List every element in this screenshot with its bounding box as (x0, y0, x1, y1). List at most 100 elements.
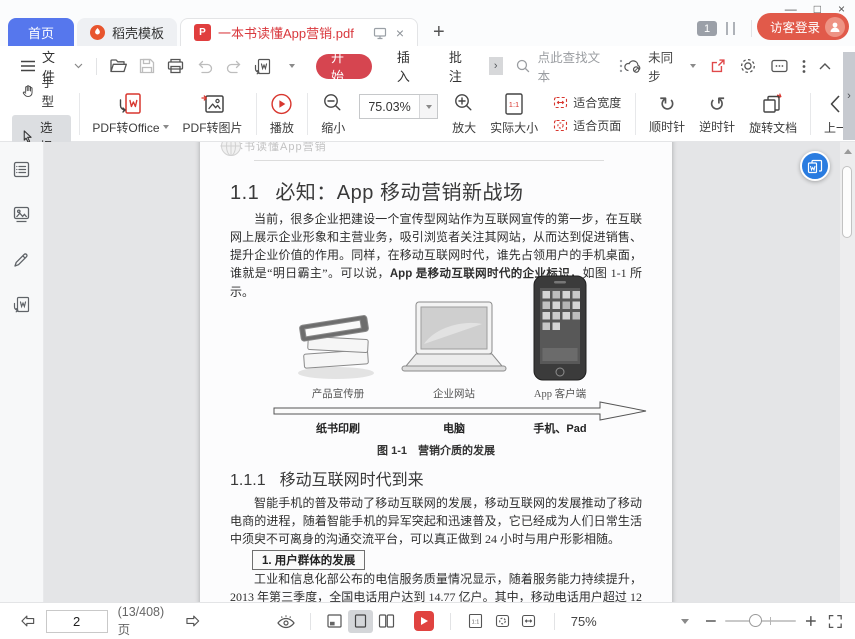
undo-button[interactable] (191, 53, 218, 79)
collapse-ribbon-icon[interactable] (819, 62, 831, 70)
pdf-to-office-label: PDF转Office (92, 120, 160, 135)
actual-size-label: 实际大小 (490, 120, 539, 135)
next-page-arrow[interactable] (185, 614, 201, 628)
rotate-ccw-icon: ↺ (708, 91, 726, 116)
sync-status[interactable]: 未同步 (623, 47, 697, 85)
rotate-cw-button[interactable]: ↻ 顺时针 (642, 93, 692, 135)
zoom-in-button[interactable]: 放大 (445, 92, 483, 136)
section-heading: 1.1 必知：App 移动营销新战场 (230, 176, 523, 205)
fit-page-button[interactable]: 适合页面 (553, 117, 621, 134)
tab-home[interactable]: 首页 (8, 18, 74, 46)
gear-icon[interactable] (739, 57, 757, 75)
status-bar: (13/408)页 1:1 75% (0, 602, 855, 639)
quick-convert-floating-button[interactable] (800, 151, 830, 181)
zoom-plus-icon[interactable] (805, 615, 817, 627)
send-to-desktop-icon[interactable] (373, 26, 387, 40)
zoom-slider[interactable] (725, 614, 796, 627)
hand-icon (22, 85, 33, 97)
rotate-ccw-button[interactable]: ↺ 逆时针 (692, 93, 742, 135)
print-button[interactable] (163, 53, 190, 79)
ribbon-expand-strip[interactable]: › (843, 52, 855, 140)
tab-insert[interactable]: 插入 (384, 47, 436, 85)
pdf-to-office-button[interactable]: PDF转Office (85, 92, 175, 136)
left-sidebar (0, 142, 44, 602)
zoom-level-value: 75.03% (368, 99, 411, 114)
convert-dropdown-button[interactable] (278, 53, 305, 79)
actual-size-status-button[interactable]: 1:1 (464, 610, 488, 633)
tab-count-badge[interactable]: 1 (697, 21, 717, 36)
minimize-button[interactable]: — (785, 1, 797, 17)
zoom-out-label: 缩小 (321, 120, 346, 135)
login-button[interactable]: 访客登录 (756, 13, 849, 40)
fit-page-status-button[interactable] (490, 610, 514, 633)
tab-start[interactable]: 开始 (316, 50, 372, 84)
find-text[interactable]: 点此查找文本 (515, 47, 624, 85)
fullscreen-icon[interactable] (828, 614, 843, 629)
figure-stage-label: 手机、Pad (533, 423, 587, 435)
comment-expand-button[interactable]: › (488, 57, 503, 75)
divider (810, 92, 811, 135)
section-number: 1.1 (230, 182, 260, 204)
zoom-slider-handle[interactable] (749, 614, 763, 627)
view-mode-panel-button[interactable] (322, 610, 346, 633)
maximize-button[interactable]: □ (814, 1, 821, 17)
play-button[interactable]: 播放 (262, 92, 301, 136)
outline-panel-icon[interactable] (8, 155, 36, 183)
scrollbar-thumb[interactable] (842, 166, 852, 238)
tab-start-label: 开始 (331, 50, 345, 84)
auto-hide-toolbar-icon[interactable] (273, 607, 300, 635)
figure-laptop-image (401, 301, 507, 372)
fit-width-status-button[interactable] (516, 610, 540, 633)
new-tab-button[interactable]: + (433, 22, 445, 42)
close-button[interactable]: × (838, 1, 845, 17)
view-mode-single-button[interactable] (348, 609, 373, 633)
open-file-button[interactable] (105, 53, 132, 79)
rotate-doc-button[interactable]: 旋转文档 (742, 92, 804, 136)
tab-document[interactable]: P 一本书读懂App营销.pdf × (180, 18, 419, 46)
hand-tool-button[interactable]: 手型 (12, 70, 71, 112)
more-menu-icon[interactable] (802, 59, 806, 74)
login-label: 访客登录 (769, 21, 820, 35)
avatar (825, 16, 845, 37)
docer-flame-icon (90, 24, 105, 40)
view-mode-double-button[interactable] (375, 610, 399, 633)
fullscreen-play-button[interactable] (414, 611, 434, 631)
fit-width-button[interactable]: 适合宽度 (553, 94, 621, 111)
redo-button[interactable] (220, 53, 247, 79)
pdf-convert-panel-icon[interactable] (8, 290, 36, 318)
save-button[interactable] (134, 53, 161, 79)
zoom-minus-icon[interactable] (705, 615, 717, 627)
zoom-out-button[interactable]: 缩小 (314, 92, 352, 136)
feedback-icon[interactable] (770, 58, 789, 75)
subsection-title: 移动互联网时代到来 (279, 472, 424, 489)
scroll-up-arrow-icon[interactable] (843, 149, 852, 154)
find-text-placeholder: 点此查找文本 (537, 51, 601, 84)
tab-comment[interactable]: 批注 (436, 47, 488, 85)
caret-down-icon (288, 64, 295, 68)
rotate-doc-icon (763, 92, 782, 113)
divider (78, 92, 80, 135)
zoom-dropdown-caret[interactable] (680, 618, 689, 624)
tab-close-icon[interactable]: × (396, 25, 404, 41)
pdf-to-word-button[interactable] (249, 53, 276, 79)
zoom-level-combobox[interactable]: 75.03% (359, 94, 439, 119)
actual-size-button[interactable]: 1:1 实际大小 (483, 92, 545, 136)
chevron-down-icon (74, 63, 83, 69)
tab-document-title: 一本书读懂App营销.pdf (218, 26, 354, 41)
vertical-scrollbar[interactable] (840, 142, 855, 602)
tab-docer-templates[interactable]: 稻壳模板 (77, 18, 178, 46)
sign-pen-icon[interactable] (8, 245, 36, 273)
thumbnail-panel-icon[interactable] (8, 200, 36, 228)
share-icon[interactable] (709, 58, 726, 75)
zoom-level-dropdown[interactable] (419, 95, 438, 118)
fit-width-icon (554, 96, 568, 108)
prev-page-arrow[interactable] (20, 614, 36, 628)
divider (751, 20, 752, 37)
page-number-input[interactable] (45, 609, 108, 633)
play-icon (271, 93, 293, 114)
fit-page-label: 适合页面 (573, 118, 622, 133)
document-canvas[interactable]: 一本书读懂App营销 1.1 必知：App 移动营销新战场 当前，很多企业把建设一… (44, 142, 840, 602)
tab-list-icon[interactable] (726, 22, 735, 35)
pdf-to-image-button[interactable]: PDF转图片 (176, 92, 250, 136)
hand-tool-label: 手型 (41, 76, 54, 109)
